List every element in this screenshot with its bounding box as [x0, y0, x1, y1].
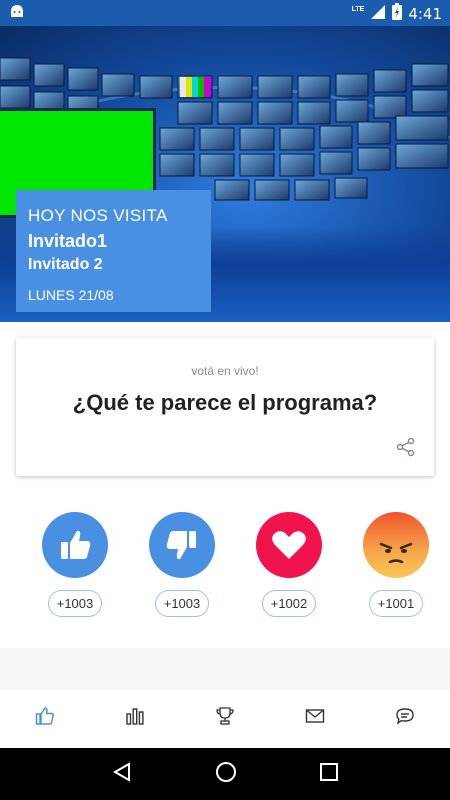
- tab-trophy[interactable]: [205, 699, 245, 739]
- reaction-angry[interactable]: +1001: [361, 512, 431, 617]
- angry-face-icon[interactable]: [363, 512, 429, 578]
- poll-question: ¿Qué te parece el programa?: [72, 390, 378, 415]
- status-bar: LTE 4:41: [0, 0, 450, 26]
- share-icon[interactable]: [396, 437, 416, 462]
- reaction-like[interactable]: +1003: [40, 512, 110, 617]
- reaction-row: +1003 +1003 +1002 +1001: [0, 512, 450, 624]
- like-count: +1003: [47, 590, 103, 617]
- guest-info-box: HOY NOS VISITA Invitado1 Invitado 2 LUNE…: [16, 190, 211, 312]
- home-icon[interactable]: [214, 760, 238, 789]
- tab-like[interactable]: [25, 699, 65, 739]
- visit-heading: HOY NOS VISITA: [28, 206, 168, 225]
- tab-mail[interactable]: [295, 699, 335, 739]
- poll-card: votá en vivo! ¿Qué te parece el programa…: [16, 338, 434, 476]
- guest-1: Invitado1: [28, 231, 108, 251]
- signal-icon: [370, 4, 386, 25]
- thumbs-up-icon[interactable]: [42, 512, 108, 578]
- recents-icon[interactable]: [319, 762, 339, 787]
- trophy-icon: [215, 706, 235, 731]
- network-label: LTE: [351, 5, 365, 13]
- battery-icon: [392, 3, 403, 25]
- mail-icon: [305, 706, 325, 731]
- dislike-count: +1003: [154, 590, 210, 617]
- angry-count: +1001: [368, 590, 424, 617]
- hero-banner: HOY NOS VISITA Invitado1 Invitado 2 LUNE…: [0, 26, 450, 322]
- thumbs-up-tab-icon: [35, 706, 55, 731]
- back-icon[interactable]: [111, 761, 133, 788]
- bar-chart-icon: [125, 706, 145, 731]
- show-date: LUNES 21/08: [28, 287, 114, 303]
- chat-bubble-icon: [395, 706, 415, 731]
- guest-2: Invitado 2: [28, 256, 103, 273]
- android-icon: [9, 4, 25, 23]
- love-count: +1002: [261, 590, 317, 617]
- heart-icon[interactable]: [256, 512, 322, 578]
- clock: 4:41: [408, 5, 442, 23]
- tab-chat[interactable]: [385, 699, 425, 739]
- content-footer-space: [0, 648, 450, 688]
- reaction-dislike[interactable]: +1003: [147, 512, 217, 617]
- tab-stats[interactable]: [115, 699, 155, 739]
- system-nav-bar: [0, 748, 450, 800]
- bottom-tab-bar: [0, 688, 450, 748]
- reaction-love[interactable]: +1002: [254, 512, 324, 617]
- thumbs-down-icon[interactable]: [149, 512, 215, 578]
- poll-subtitle: votá en vivo!: [191, 364, 259, 378]
